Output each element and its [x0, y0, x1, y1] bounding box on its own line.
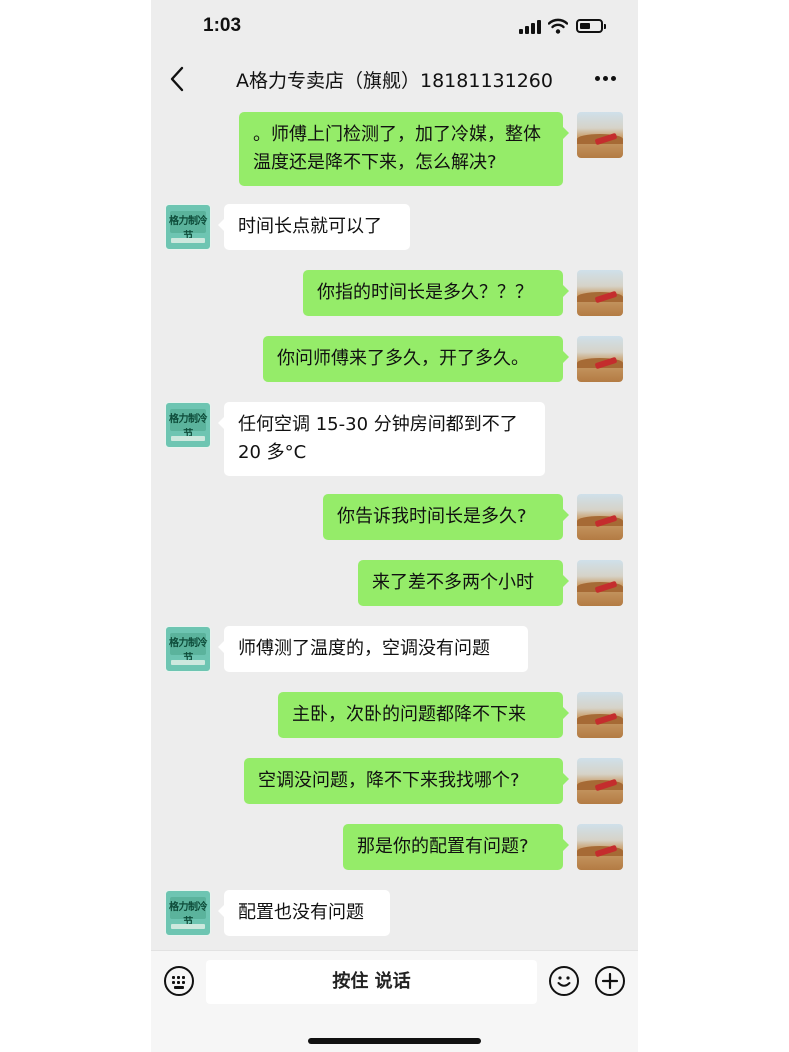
sent-message-bubble[interactable]: 那是你的配置有问题? — [343, 824, 569, 870]
my-avatar[interactable] — [577, 560, 623, 606]
home-indicator — [308, 1038, 481, 1044]
status-bar: 1:03 — [151, 0, 638, 54]
chat-header: A格力专卖店（旗舰）18181131260 — [151, 54, 638, 104]
my-avatar[interactable] — [577, 270, 623, 316]
my-avatar[interactable] — [577, 336, 623, 382]
battery-cap — [604, 24, 606, 29]
store-avatar[interactable]: 格力制冷节 — [165, 626, 211, 672]
wifi-icon — [548, 18, 568, 34]
keyboard-icon[interactable] — [164, 966, 194, 996]
my-avatar[interactable] — [577, 692, 623, 738]
hold-to-talk-button[interactable]: 按住 说话 — [206, 960, 537, 1004]
store-avatar[interactable]: 格力制冷节 — [165, 204, 211, 250]
plus-icon[interactable] — [595, 966, 625, 996]
sent-message-bubble[interactable]: 你问师傅来了多久，开了多久。 — [263, 336, 569, 382]
received-message-bubble[interactable]: 师傅测了温度的，空调没有问题 — [218, 626, 528, 672]
chat-screen: 1:03 A格力专卖店（旗舰）18181131260 。师傅上门检测了，加了冷媒… — [151, 0, 638, 1052]
received-message-bubble[interactable]: 时间长点就可以了 — [218, 204, 410, 250]
signal-icon — [519, 20, 543, 34]
more-dots-icon[interactable] — [595, 76, 617, 82]
store-avatar[interactable]: 格力制冷节 — [165, 890, 211, 936]
my-avatar[interactable] — [577, 112, 623, 158]
sent-message-bubble[interactable]: 你告诉我时间长是多久? — [323, 494, 569, 540]
chat-title: A格力专卖店（旗舰）18181131260 — [236, 70, 553, 92]
sent-message-bubble[interactable]: 。师傅上门检测了，加了冷媒，整体温度还是降不下来，怎么解决? — [239, 112, 569, 186]
input-bar: 按住 说话 — [151, 950, 638, 1052]
message-list[interactable]: 。师傅上门检测了，加了冷媒，整体温度还是降不下来，怎么解决? 格力制冷节 时间长点就… — [151, 104, 638, 950]
status-time: 1:03 — [203, 15, 242, 36]
store-avatar[interactable]: 格力制冷节 — [165, 402, 211, 448]
sent-message-bubble[interactable]: 空调没问题，降不下来我找哪个? — [244, 758, 569, 804]
my-avatar[interactable] — [577, 494, 623, 540]
received-message-bubble[interactable]: 配置也没有问题 — [218, 890, 390, 936]
sent-message-bubble[interactable]: 你指的时间长是多久？？？ — [303, 270, 569, 316]
sent-message-bubble[interactable]: 来了差不多两个小时 — [358, 560, 569, 606]
battery-icon — [576, 19, 603, 33]
sent-message-bubble[interactable]: 主卧，次卧的问题都降不下来 — [278, 692, 569, 738]
my-avatar[interactable] — [577, 824, 623, 870]
received-message-bubble[interactable]: 任何空调 15-30 分钟房间都到不了 20 多°C — [218, 402, 545, 476]
emoji-icon[interactable] — [549, 966, 579, 996]
battery-level — [580, 23, 591, 29]
my-avatar[interactable] — [577, 758, 623, 804]
